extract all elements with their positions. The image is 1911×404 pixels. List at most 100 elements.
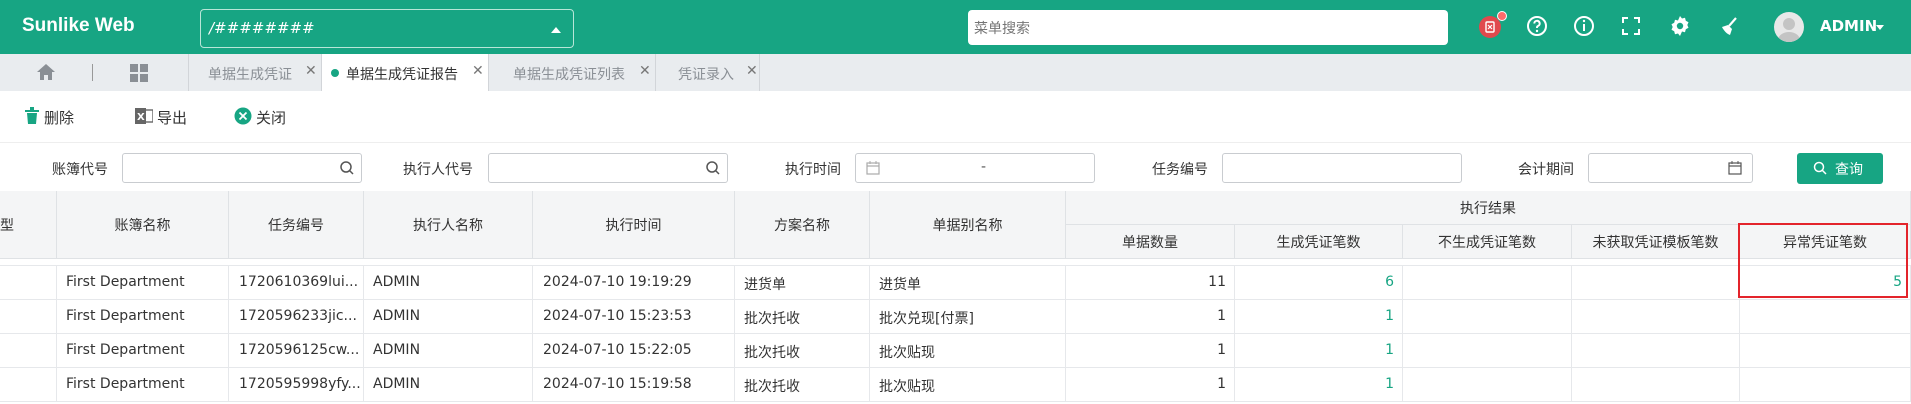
col-header-not-gen-count[interactable]: 不生成凭证笔数 [1403,225,1572,259]
close-icon[interactable]: ✕ [746,63,758,79]
table-link-cell[interactable]: 1 [1235,334,1403,368]
table-link-cell[interactable]: 6 [1235,266,1403,300]
table-cell [1403,300,1572,334]
apps-grid-icon[interactable] [130,64,148,86]
top-bar: Sunlike Web /######## ADMIN [0,0,1911,54]
tab-label: 单据生成凭证报告 [346,67,458,83]
table-cell: First Department [57,300,229,334]
info-icon[interactable] [1572,14,1598,40]
tab-voucher-report[interactable]: 单据生成凭证报告 ✕ [321,54,488,91]
user-name[interactable]: ADMIN [1820,17,1877,35]
search-icon[interactable] [339,160,355,180]
table-cell: ADMIN [364,368,533,402]
close-label: 关闭 [256,109,287,127]
table-cell: 2024-07-10 19:19:29 [533,266,735,300]
period-input[interactable] [1588,153,1753,183]
col-group-exec-result: 执行结果 [1066,191,1911,225]
tab-voucher-generate[interactable]: 单据生成凭证 ✕ [188,54,321,91]
table-cell [1572,334,1740,368]
table-cell: 1720595998yfy... [229,368,364,402]
table-cell: 1 [1066,300,1235,334]
table-link-cell[interactable]: 1 [1235,368,1403,402]
fullscreen-icon[interactable] [1619,14,1645,40]
home-icon[interactable] [36,63,56,85]
notification-badge [1497,11,1507,21]
ledger-code-input[interactable] [122,153,362,183]
ledger-code-label: 账簿代号 [52,162,108,178]
chevron-down-icon[interactable] [1876,25,1884,30]
delete-label: 删除 [44,109,75,127]
col-header-task-no[interactable]: 任务编号 [229,191,364,259]
exec-time-range-input[interactable]: - [855,153,1095,183]
table-cell: 11 [1066,266,1235,300]
table-cell [0,334,57,368]
table-cell: 批次托收 [735,300,870,334]
table-cell: First Department [57,334,229,368]
col-header-gen-count[interactable]: 生成凭证笔数 [1235,225,1403,259]
scrolled-row-edge [0,259,1911,266]
col-header-bill-alias[interactable]: 单据别名称 [870,191,1066,259]
export-label: 导出 [157,109,188,127]
col-header-exec-time[interactable]: 执行时间 [533,191,735,259]
table-cell [0,368,57,402]
period-label: 会计期间 [1518,162,1574,178]
table-cell: 2024-07-10 15:22:05 [533,334,735,368]
calendar-icon[interactable] [1728,161,1742,179]
col-header-scheme[interactable]: 方案名称 [735,191,870,259]
toolbar: 删除 X 导出 关闭 [0,91,1911,143]
date-range-separator: - [981,159,987,175]
table-cell [0,266,57,300]
table-cell: 批次托收 [735,368,870,402]
menu-search-input[interactable] [968,10,1448,45]
user-avatar[interactable] [1774,12,1804,42]
active-dot-icon [331,69,339,77]
close-icon[interactable]: ✕ [639,63,651,79]
query-button[interactable]: 查询 [1797,153,1883,184]
close-icon[interactable]: ✕ [472,63,484,79]
task-no-label: 任务编号 [1152,162,1208,178]
help-icon[interactable] [1525,14,1551,40]
task-no-input[interactable] [1222,153,1462,183]
table-cell [1740,368,1911,402]
settings-gear-icon[interactable] [1668,14,1694,40]
tab-bar: 单据生成凭证 ✕ 单据生成凭证报告 ✕ 单据生成凭证列表 ✕ 凭证录入 ✕ [0,54,1911,91]
table-cell: First Department [57,266,229,300]
table-link-cell[interactable]: 1 [1235,300,1403,334]
table-cell: 1720596125cw... [229,334,364,368]
close-icon[interactable]: ✕ [305,63,317,79]
search-icon [1813,161,1827,179]
org-selector[interactable]: /######## [200,9,574,48]
table-cell: 进货单 [870,266,1066,300]
table-cell [1403,368,1572,402]
col-header-no-template-count[interactable]: 未获取凭证模板笔数 [1572,225,1740,259]
executor-code-input[interactable] [488,153,728,183]
tab-label: 单据生成凭证 [208,67,292,83]
col-header-type[interactable]: 型 [0,191,57,259]
table-cell: ADMIN [364,300,533,334]
table-cell [1572,266,1740,300]
search-icon[interactable] [705,160,721,180]
col-header-ledger-name[interactable]: 账簿名称 [57,191,229,259]
tab-divider [92,64,93,81]
col-header-bill-count[interactable]: 单据数量 [1066,225,1235,259]
tab-voucher-list[interactable]: 单据生成凭证列表 ✕ [488,54,655,91]
table-cell [1403,266,1572,300]
org-selector-value: /######## [209,19,315,37]
table-cell: 批次兑现[付票] [870,300,1066,334]
col-header-executor[interactable]: 执行人名称 [364,191,533,259]
clean-broom-icon[interactable] [1716,14,1742,40]
tab-label: 凭证录入 [678,67,734,83]
tab-voucher-entry[interactable]: 凭证录入 ✕ [655,54,760,91]
report-table: 型 账簿名称 任务编号 执行人名称 执行时间 方案名称 单据别名称 执行结果 单… [0,191,1911,404]
table-cell: 1 [1066,368,1235,402]
table-cell: First Department [57,368,229,402]
caret-up-icon [551,27,561,33]
svg-text:X: X [137,112,145,123]
table-cell: 1720596233jic... [229,300,364,334]
filter-bar: 账簿代号 执行人代号 执行时间 - 任务编号 会计期间 查询 [0,143,1911,191]
table-cell: 1720610369lui... [229,266,364,300]
table-cell: 2024-07-10 15:19:58 [533,368,735,402]
excel-icon: X [135,107,154,129]
table-cell: 批次贴现 [870,368,1066,402]
table-cell: 批次贴现 [870,334,1066,368]
